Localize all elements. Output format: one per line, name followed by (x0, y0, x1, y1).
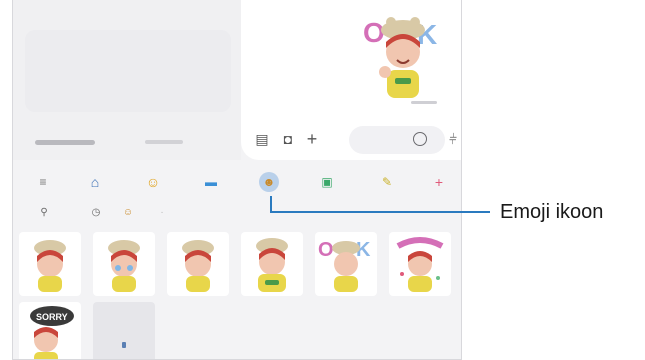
pen-icon[interactable]: ✎ (379, 174, 395, 190)
message-input-row: ▤ ◘ + ⫩ (253, 126, 458, 156)
message-timestamp (411, 101, 437, 104)
chat-list-pane (13, 0, 241, 160)
svg-text:O: O (318, 239, 334, 261)
attach-plus-icon[interactable]: + (303, 129, 321, 149)
message-field[interactable] (349, 126, 445, 154)
blurred-text-line (35, 140, 95, 145)
blurred-text-line (145, 140, 183, 144)
plus-icon[interactable]: + (431, 174, 447, 190)
recent-icon[interactable]: ◷ (89, 205, 103, 219)
callout-label: Emoji ikoon (500, 201, 604, 223)
search-icon[interactable]: ⚲ (37, 205, 51, 219)
emoji-toggle-icon[interactable] (413, 132, 427, 146)
sticker-icon[interactable]: ▣ (319, 174, 335, 190)
sticker-sorry[interactable]: SORRY (19, 302, 81, 359)
gallery-icon[interactable]: ▤ (253, 130, 271, 148)
more-icon[interactable]: · (155, 205, 169, 219)
emoji-pack-icon[interactable]: ☺ (121, 205, 135, 219)
sticker-grid: OK SORRY (13, 230, 461, 359)
emoji-subbar: ⚲ ◷ ☺ · (13, 200, 461, 226)
smiley-icon[interactable]: ☺ (145, 174, 161, 190)
sticker-download[interactable] (93, 302, 155, 359)
ar-emoji-icon[interactable]: ☻ (259, 172, 279, 192)
sticker-crying[interactable] (93, 232, 155, 296)
svg-text:O: O (363, 17, 385, 48)
callout-line (270, 211, 490, 213)
gif-icon[interactable]: ▬ (203, 174, 219, 190)
sticker-thanks[interactable] (389, 232, 451, 296)
sent-sticker-ok: O K (363, 17, 437, 98)
device-screen: O K ▤ ◘ + ⫩ ≡ ⌂ ☺ ▬ ☻ ▣ ✎ + ⚲ ◷ ☺ · O K … (12, 0, 462, 360)
callout-line (270, 196, 272, 212)
svg-text:SORRY: SORRY (36, 312, 68, 322)
voice-icon[interactable]: ⫩ (449, 131, 457, 148)
chat-preview-panel (25, 30, 231, 112)
download-icon (122, 342, 126, 348)
sticker-ok-text[interactable]: OK (315, 232, 377, 296)
sticker-smirk[interactable] (167, 232, 229, 296)
sticker-hat-boy[interactable] (19, 232, 81, 296)
camera-icon[interactable]: ◘ (279, 130, 297, 148)
keyboard-toolbar: ≡ ⌂ ☺ ▬ ☻ ▣ ✎ + (13, 168, 461, 198)
sticker-ok-sign[interactable] (241, 232, 303, 296)
home-icon[interactable]: ⌂ (87, 174, 103, 190)
menu-icon[interactable]: ≡ (35, 174, 51, 190)
